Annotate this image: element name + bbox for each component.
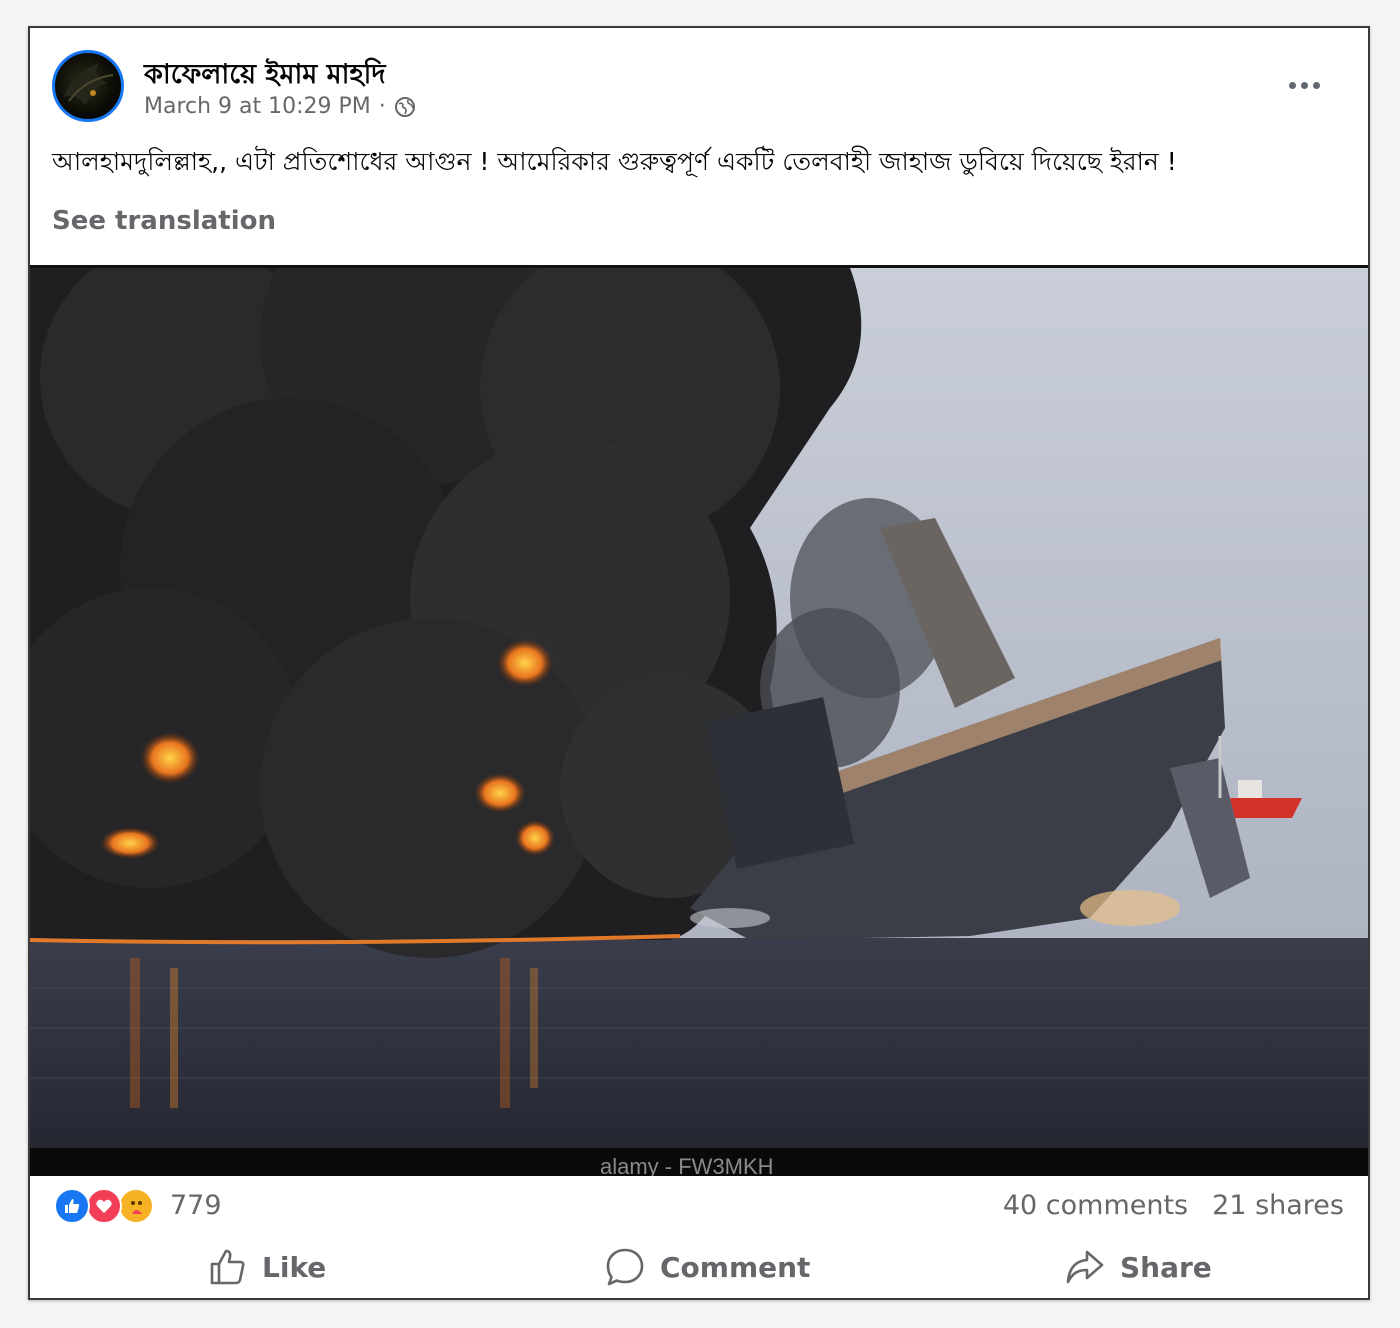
- love-reaction-icon: [86, 1188, 122, 1224]
- like-button[interactable]: Like: [208, 1242, 326, 1292]
- comment-button[interactable]: Comment: [604, 1242, 810, 1292]
- dot-icon: [1312, 81, 1320, 89]
- post-text: আলহামদুলিল্লাহ,, এটা প্রতিশোধের আগুন ! আ…: [52, 147, 1177, 176]
- share-label: Share: [1120, 1250, 1212, 1284]
- engagement-counts: 40 comments 21 shares: [1003, 1190, 1344, 1221]
- more-options-button[interactable]: [1284, 70, 1324, 100]
- comment-bubble-icon: [606, 1248, 644, 1286]
- reaction-count[interactable]: 779: [170, 1190, 222, 1221]
- avatar-image: [63, 63, 114, 105]
- post-photo[interactable]: alamy - FW3MKH: [30, 265, 1368, 1176]
- comment-label: Comment: [660, 1250, 811, 1284]
- post-card: কাফেলায়ে ইমাম মাহদি March 9 at 10:29 PM…: [28, 26, 1370, 1300]
- thumbs-up-icon: [210, 1249, 245, 1285]
- like-label: Like: [262, 1250, 327, 1284]
- meta-separator: ·: [378, 94, 386, 119]
- comments-count[interactable]: 40 comments: [1003, 1190, 1188, 1221]
- share-arrow-icon: [1066, 1250, 1104, 1284]
- shares-count[interactable]: 21 shares: [1212, 1190, 1344, 1221]
- burning-ship-image: alamy - FW3MKH: [30, 268, 1368, 1176]
- dot-icon: [1300, 81, 1308, 89]
- globe-icon: [394, 96, 416, 118]
- post-meta: March 9 at 10:29 PM ·: [144, 94, 416, 119]
- dot-icon: [1288, 81, 1296, 89]
- avatar[interactable]: [52, 50, 124, 122]
- author-name[interactable]: কাফেলায়ে ইমাম মাহদি: [144, 54, 386, 99]
- see-translation-link[interactable]: See translation: [52, 206, 276, 236]
- reaction-icons[interactable]: [54, 1188, 164, 1224]
- timestamp[interactable]: March 9 at 10:29 PM: [144, 94, 371, 119]
- like-reaction-icon: [54, 1188, 90, 1224]
- post-actions: Like Comment Share: [30, 1234, 1368, 1300]
- care-reaction-icon: [118, 1188, 154, 1224]
- photo-watermark: alamy - FW3MKH: [600, 1154, 774, 1176]
- reactions-bar: 779 40 comments 21 shares: [30, 1178, 1368, 1234]
- share-button[interactable]: Share: [1064, 1242, 1212, 1292]
- post-header: কাফেলায়ে ইমাম মাহদি March 9 at 10:29 PM…: [30, 28, 1368, 128]
